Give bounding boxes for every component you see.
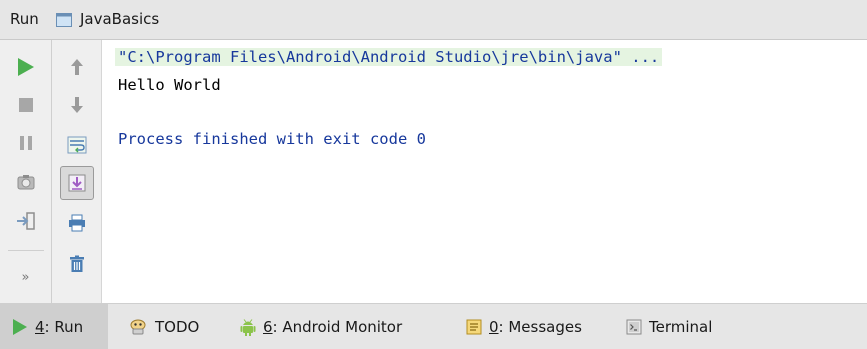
- soft-wrap-icon: [67, 136, 87, 154]
- soft-wraps-button[interactable]: [52, 126, 101, 164]
- more-actions-button[interactable]: »: [0, 262, 51, 292]
- tab-android-monitor-label: : Android Monitor: [272, 317, 403, 336]
- terminal-icon: [626, 319, 642, 335]
- tab-android-monitor-number: 6: [263, 317, 273, 336]
- tab-terminal[interactable]: Terminal: [626, 304, 712, 349]
- tab-messages-label: : Messages: [498, 317, 582, 336]
- tab-messages[interactable]: 0: Messages: [466, 304, 582, 349]
- scroll-to-end-button[interactable]: [60, 166, 94, 200]
- run-toolbar-left: »: [0, 40, 52, 303]
- tool-window-header: Run JavaBasics: [0, 0, 867, 40]
- rerun-button[interactable]: [0, 48, 51, 86]
- more-icon: »: [21, 269, 30, 285]
- tab-todo[interactable]: TODO: [128, 304, 199, 349]
- tab-messages-number: 0: [489, 317, 499, 336]
- tab-todo-label: TODO: [155, 317, 200, 336]
- camera-icon: [17, 174, 35, 190]
- stop-icon: [18, 97, 34, 113]
- tab-run-number: 4: [35, 317, 45, 336]
- header-run-label: Run: [10, 10, 39, 28]
- messages-icon: [466, 319, 482, 335]
- run-icon: [17, 57, 35, 77]
- tab-run-label: : Run: [44, 317, 84, 336]
- console-command-line: "C:\Program Files\Android\Android Studio…: [115, 48, 663, 66]
- clear-all-button[interactable]: [52, 245, 101, 283]
- pause-icon: [19, 135, 33, 151]
- arrow-down-icon: [70, 96, 84, 114]
- pause-button[interactable]: [0, 124, 51, 162]
- scroll-to-end-icon: [68, 174, 86, 196]
- run-icon: [12, 318, 28, 336]
- trash-icon: [69, 255, 85, 273]
- run-toolbar-right: [52, 40, 102, 303]
- previous-occurrence-button[interactable]: [52, 48, 101, 86]
- run-config-icon: [56, 12, 72, 27]
- tab-android-monitor[interactable]: 6: Android Monitor: [240, 304, 402, 349]
- arrow-up-icon: [70, 58, 84, 76]
- todo-icon: [128, 319, 148, 335]
- android-icon: [240, 318, 256, 336]
- print-icon: [68, 214, 86, 232]
- exit-icon: [16, 212, 36, 230]
- close-button[interactable]: [0, 202, 51, 240]
- tool-window-tab-bar: 4: Run TODO 6: Android Monitor 0: Mess…: [0, 303, 867, 349]
- console-output-line: Hello World: [118, 76, 221, 94]
- console-output[interactable]: "C:\Program Files\Android\Android Studio…: [102, 40, 867, 303]
- dump-threads-button[interactable]: [0, 163, 51, 201]
- print-button[interactable]: [52, 204, 101, 242]
- tab-run[interactable]: 4: Run: [0, 304, 108, 349]
- run-config-name[interactable]: JavaBasics: [80, 10, 159, 28]
- console-exit-line: Process finished with exit code 0: [118, 130, 426, 148]
- stop-button[interactable]: [0, 86, 51, 124]
- run-tool-window: Run JavaBasics » "C:\Program Files\Andro…: [0, 0, 867, 349]
- next-occurrence-button[interactable]: [52, 86, 101, 124]
- toolbar-separator: [8, 250, 44, 251]
- tab-terminal-label: Terminal: [649, 317, 713, 336]
